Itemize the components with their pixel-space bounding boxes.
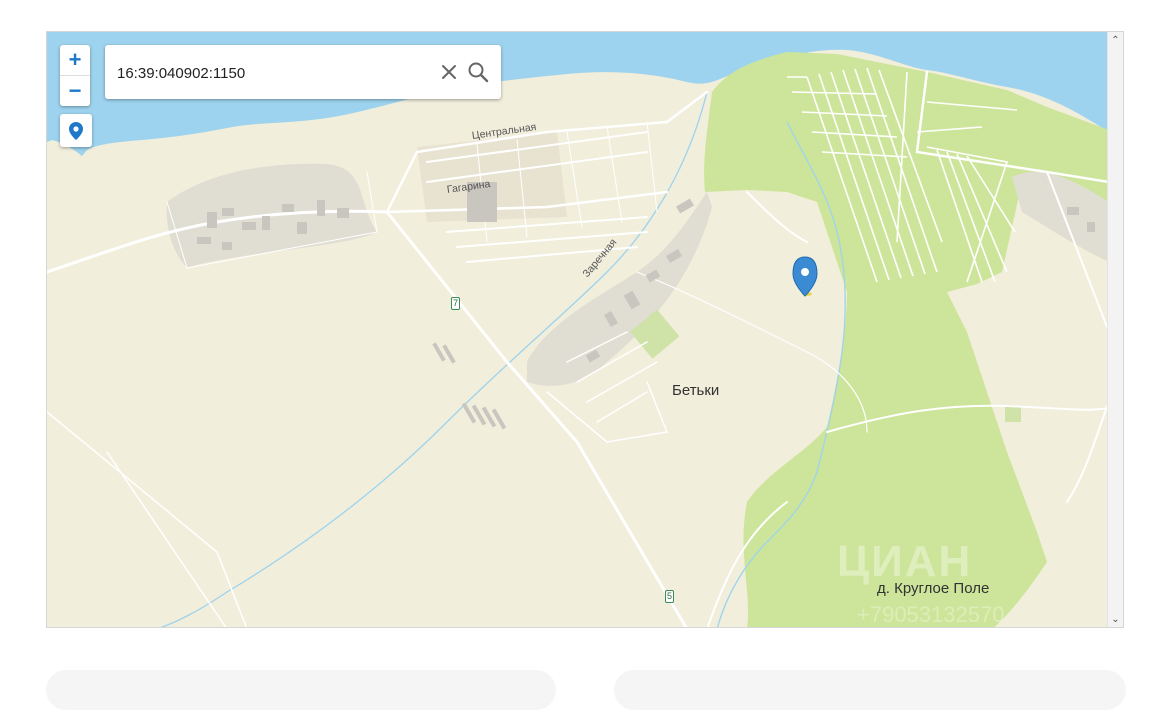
watermark-logo: ЦИАН [837,537,973,586]
info-card-left [46,670,556,710]
locate-button[interactable] [60,114,92,147]
search-input[interactable] [115,45,429,101]
search-icon[interactable] [467,61,489,83]
zoom-control: + − [60,45,90,106]
scrollbar[interactable]: ⌃ ⌄ [1107,32,1123,627]
info-card-right [614,670,1126,710]
place-label-betki: Бетьки [672,382,720,399]
field-patch-small [1005,406,1021,422]
road-number-badge: 5 [665,590,675,603]
zoom-out-button[interactable]: − [60,76,90,106]
watermark-phone: +79053132570 [857,602,1005,627]
close-icon[interactable] [439,62,459,82]
location-pin-icon [69,121,83,140]
scroll-up-arrow[interactable]: ⌃ [1108,32,1123,48]
zoom-in-icon: + [68,47,82,72]
zoom-in-button[interactable]: + [60,45,90,76]
zoom-out-icon: − [68,78,82,103]
road-number-badge: 7 [451,297,461,310]
map-canvas[interactable]: Центральная Гагарина Заречная 7 5 Бетьки… [47,32,1109,627]
map-frame[interactable]: Центральная Гагарина Заречная 7 5 Бетьки… [46,31,1124,628]
scroll-down-arrow[interactable]: ⌄ [1108,611,1123,627]
search-box [105,45,501,101]
